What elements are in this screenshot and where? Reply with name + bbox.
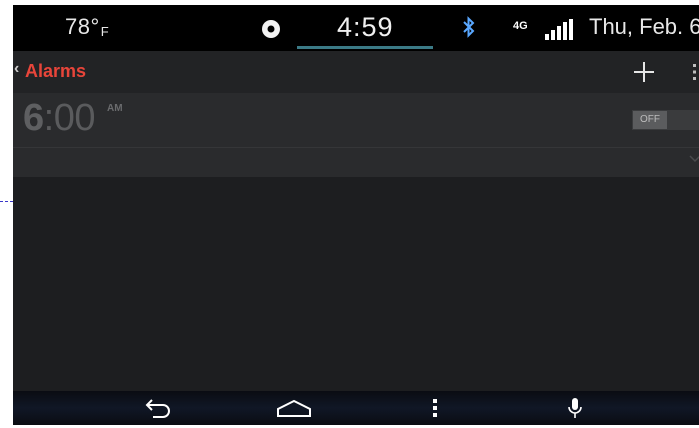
navigation-bar xyxy=(13,391,699,425)
voice-button[interactable] xyxy=(553,391,597,425)
status-date: Thu, Feb. 6 xyxy=(589,14,699,39)
action-bar: ‹ Alarms xyxy=(13,51,699,94)
alarm-hour: 6 xyxy=(23,97,44,139)
clock-underline xyxy=(297,46,433,49)
back-button[interactable] xyxy=(136,391,180,425)
menu-icon xyxy=(433,399,437,417)
alarm-toggle-switch[interactable]: OFF xyxy=(632,110,699,130)
disc-icon xyxy=(262,20,280,38)
alarm-minutes: :00 xyxy=(43,97,96,139)
chevron-down-icon[interactable] xyxy=(689,155,699,163)
temperature-value: 78° xyxy=(65,14,100,39)
page-title[interactable]: Alarms xyxy=(25,61,86,82)
network-label: 4G xyxy=(513,20,528,32)
alarm-ampm: AM xyxy=(107,103,123,114)
menu-button[interactable] xyxy=(413,391,457,425)
add-icon[interactable] xyxy=(631,56,657,86)
alarm-list-item[interactable]: 6:00 AM OFF xyxy=(13,93,699,177)
temperature-readout: 78°F xyxy=(65,14,109,40)
microphone-icon xyxy=(568,398,582,418)
home-icon xyxy=(277,399,311,417)
temperature-unit: F xyxy=(100,24,110,39)
android-screen: 78°F 4:59 4G Thu, Feb. 6 ‹ Alarms 6:00 A… xyxy=(13,5,699,425)
alarm-divider xyxy=(13,147,699,148)
up-navigation-icon[interactable]: ‹ xyxy=(14,60,19,78)
alarm-time[interactable]: 6:00 xyxy=(23,97,95,140)
signal-4g-icon: 4G xyxy=(513,19,573,40)
status-bar: 78°F 4:59 4G Thu, Feb. 6 xyxy=(13,5,699,51)
back-icon xyxy=(145,399,170,418)
toggle-off-label: OFF xyxy=(633,111,667,129)
status-clock: 4:59 xyxy=(337,12,394,42)
home-button[interactable] xyxy=(272,391,316,425)
bluetooth-icon xyxy=(463,16,475,38)
overflow-menu-icon[interactable] xyxy=(691,63,699,81)
